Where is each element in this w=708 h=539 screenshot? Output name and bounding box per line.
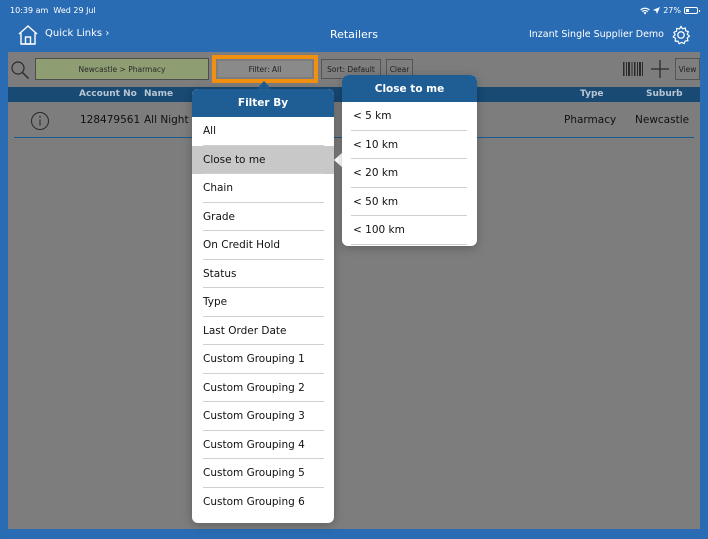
- row-suburb: Newcastle: [635, 114, 690, 126]
- distance-item-20km[interactable]: < 20 km: [342, 159, 477, 188]
- battery-percent: 27%: [663, 6, 681, 15]
- battery-icon: [684, 7, 700, 14]
- info-icon[interactable]: [30, 111, 50, 131]
- barcode-icon[interactable]: [622, 60, 644, 78]
- filter-item-custom-grouping-3[interactable]: Custom Grouping 3: [192, 402, 334, 431]
- filter-item-status[interactable]: Status: [192, 260, 334, 289]
- row-type: Pharmacy: [564, 114, 617, 126]
- company-name: Inzant Single Supplier Demo: [528, 29, 664, 40]
- filter-item-last-order-date[interactable]: Last Order Date: [192, 317, 334, 346]
- filter-item-chain[interactable]: Chain: [192, 174, 334, 203]
- filter-item-custom-grouping-5[interactable]: Custom Grouping 5: [192, 459, 334, 488]
- filter-item-custom-grouping-1[interactable]: Custom Grouping 1: [192, 345, 334, 374]
- add-icon[interactable]: [649, 58, 671, 80]
- filter-item-on-credit-hold[interactable]: On Credit Hold: [192, 231, 334, 260]
- row-account-no: 128479561: [80, 114, 141, 126]
- column-suburb[interactable]: Suburb: [646, 89, 683, 99]
- filter-item-type[interactable]: Type: [192, 288, 334, 317]
- ipad-frame: 10:39 am Wed 29 Jul 27% Quick Links › Re…: [0, 0, 708, 539]
- distance-item-5km[interactable]: < 5 km: [342, 102, 477, 131]
- filter-popover: Filter By All Close to me Chain Grade On…: [192, 89, 334, 523]
- filter-item-close-to-me[interactable]: Close to me: [192, 145, 334, 174]
- distance-item-100km[interactable]: < 100 km: [342, 216, 477, 245]
- location-icon: [653, 7, 661, 14]
- column-name[interactable]: Name: [144, 89, 173, 99]
- breadcrumb[interactable]: Newcastle > Pharmacy: [35, 58, 209, 80]
- row-name: All Night P: [144, 114, 199, 126]
- filter-item-custom-grouping-2[interactable]: Custom Grouping 2: [192, 374, 334, 403]
- status-time: 10:39 am Wed 29 Jul: [10, 6, 96, 15]
- status-right: 27%: [640, 6, 700, 15]
- column-account-no[interactable]: Account No: [79, 89, 137, 99]
- distance-item-10km[interactable]: < 10 km: [342, 131, 477, 160]
- filter-list: All Close to me Chain Grade On Credit Ho…: [192, 117, 334, 516]
- filter-item-grade[interactable]: Grade: [192, 203, 334, 232]
- filter-button[interactable]: Filter: All: [218, 61, 312, 77]
- filter-item-custom-grouping-6[interactable]: Custom Grouping 6: [192, 488, 334, 517]
- distance-popover: Close to me < 5 km < 10 km < 20 km < 50 …: [342, 75, 477, 246]
- filter-item-custom-grouping-4[interactable]: Custom Grouping 4: [192, 431, 334, 460]
- view-button[interactable]: View: [675, 58, 700, 80]
- distance-list: < 5 km < 10 km < 20 km < 50 km < 100 km: [342, 102, 477, 245]
- nav-bar: Quick Links › Retailers Inzant Single Su…: [8, 18, 700, 52]
- distance-item-50km[interactable]: < 50 km: [342, 188, 477, 217]
- gear-icon[interactable]: [670, 24, 692, 46]
- filter-item-all[interactable]: All: [192, 117, 334, 146]
- column-type[interactable]: Type: [580, 89, 603, 99]
- status-bar: 10:39 am Wed 29 Jul 27%: [8, 6, 700, 18]
- search-icon[interactable]: [10, 60, 30, 80]
- filter-popover-title: Filter By: [192, 89, 334, 117]
- distance-popover-title: Close to me: [342, 75, 477, 102]
- wifi-icon: [640, 7, 651, 14]
